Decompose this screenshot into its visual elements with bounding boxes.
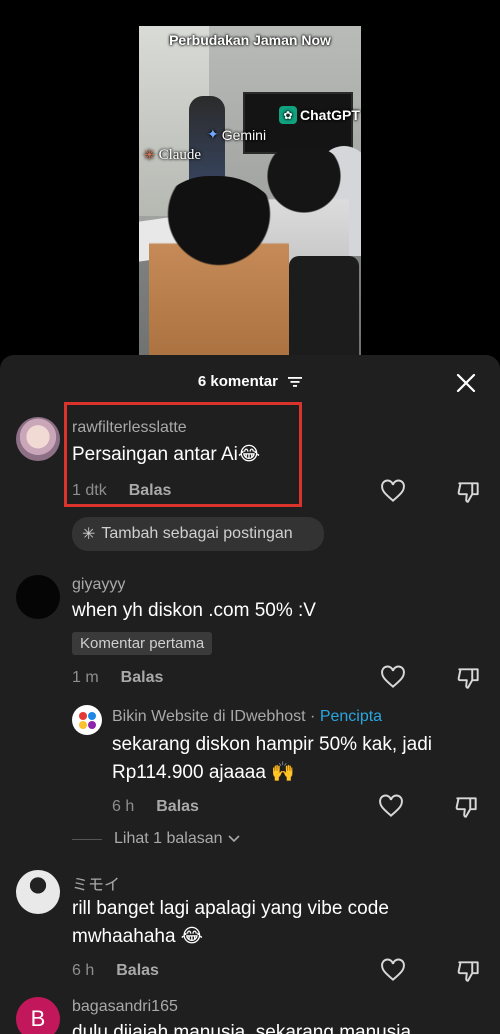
sparkle-icon: ✳ (82, 526, 96, 543)
reply-text: sekarang diskon hampir 50% kak, jadi Rp1… (112, 734, 433, 783)
chevron-down-icon (227, 835, 240, 843)
heart-icon[interactable] (380, 958, 406, 984)
highlight-box (64, 402, 302, 507)
comment-username[interactable]: giyayyy (72, 576, 125, 594)
comments-header: 6 komentar (0, 355, 500, 407)
heart-icon[interactable] (380, 479, 406, 505)
comment-meta: 1 m Balas (72, 669, 163, 687)
comment-username[interactable]: ミモイ (72, 871, 120, 895)
reply-username[interactable]: Bikin Website di IDwebhost · Pencipta (112, 708, 382, 726)
reply-button[interactable]: Balas (116, 962, 159, 979)
video-person (149, 176, 289, 358)
avatar[interactable] (16, 417, 60, 461)
heart-icon[interactable] (380, 665, 406, 691)
idwebhost-logo-icon (79, 712, 96, 729)
comment-meta: 6 h Balas (72, 962, 159, 980)
avatar[interactable] (16, 870, 60, 914)
first-comment-badge: Komentar pertama (72, 632, 213, 655)
dislike-icon[interactable] (456, 479, 482, 505)
add-as-post-button[interactable]: ✳ Tambah sebagai postingan (72, 517, 324, 551)
comment-time: 6 h (72, 962, 95, 979)
creator-badge: Pencipta (319, 708, 383, 725)
comments-panel: 6 komentar rawfilterlesslatte Persaingan… (0, 355, 500, 1034)
comment-count[interactable]: 6 komentar (0, 373, 500, 390)
reply-button[interactable]: Balas (156, 798, 199, 815)
video-caption: Perbudakan Jaman Now (169, 32, 331, 48)
gemini-logo-icon: ✦ (207, 126, 219, 142)
reply-time: 6 h (112, 798, 135, 815)
gemini-label: ✦ Gemini (207, 126, 267, 143)
avatar[interactable]: B (16, 997, 60, 1034)
claude-label: ✳ Claude (143, 147, 202, 164)
view-replies-button[interactable]: Lihat 1 balasan (72, 830, 241, 848)
dislike-icon[interactable] (454, 794, 480, 820)
dislike-icon[interactable] (456, 958, 482, 984)
claude-logo-icon: ✳ (143, 148, 156, 164)
avatar[interactable] (16, 575, 60, 619)
comment-text: rill banget lagi apalagi yang vibe code … (72, 898, 389, 947)
dislike-icon[interactable] (456, 665, 482, 691)
reply-meta: 6 h Balas (112, 798, 199, 816)
heart-icon[interactable] (378, 794, 404, 820)
comment-time: 1 m (72, 669, 99, 686)
video-player[interactable]: Perbudakan Jaman Now ✳ Claude ✦ Gemini ✿… (139, 26, 361, 358)
chatgpt-label: ✿ ChatGPT (279, 106, 360, 124)
video-chair (289, 256, 359, 358)
close-icon[interactable] (454, 371, 478, 395)
chatgpt-logo-icon: ✿ (279, 106, 297, 124)
comment-text: when yh diskon .com 50% :V (72, 600, 316, 621)
comment-text: dulu dijajah manusia, sekarang manusia (72, 1022, 412, 1034)
creator-avatar[interactable] (72, 705, 102, 735)
reply-button[interactable]: Balas (121, 669, 164, 686)
sort-icon[interactable] (288, 376, 303, 388)
divider (72, 838, 102, 840)
comment-username[interactable]: bagasandri165 (72, 998, 178, 1016)
